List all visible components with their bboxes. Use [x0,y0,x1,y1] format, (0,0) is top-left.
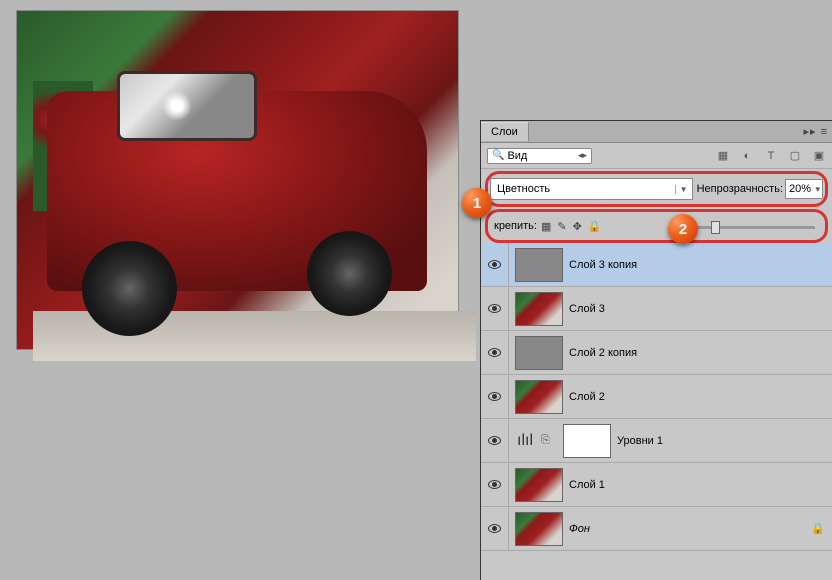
layer-thumbnail[interactable] [515,248,563,282]
layer-row[interactable]: Слой 3 копия [481,243,832,287]
filter-shape-icon[interactable]: ▢ [788,149,802,163]
layer-row[interactable]: Фон🔒 [481,507,832,551]
layer-name-label[interactable]: Слой 2 копия [569,347,832,359]
search-icon: 🔍 [492,150,504,161]
layer-filter-dropdown[interactable]: 🔍 Вид ◂▸ [487,148,592,164]
layer-name-label[interactable]: Слой 2 [569,391,832,403]
lock-move-icon[interactable]: ✥ [573,220,582,233]
tab-layers[interactable]: Слои [481,122,529,141]
eye-icon [488,304,501,313]
dropdown-arrows-icon: ◂▸ [578,150,587,161]
opacity-input[interactable]: 20% [785,179,823,199]
layer-thumbnail[interactable] [515,468,563,502]
eye-icon [488,524,501,533]
lock-icon: 🔒 [808,522,828,535]
opacity-value: 20% [789,183,811,195]
annotation-marker-1: 1 [462,188,492,218]
canvas-graphic [307,231,392,316]
levels-adjustment-icon: ılıl [513,429,537,453]
blend-mode-dropdown[interactable]: Цветность [490,178,693,200]
layer-name-label[interactable]: Слой 3 копия [569,259,832,271]
visibility-toggle[interactable] [481,507,509,550]
canvas-area [0,0,475,580]
visibility-toggle[interactable] [481,331,509,374]
annotation-marker-2: 2 [668,214,698,244]
link-icon: ⎘ [541,434,553,447]
opacity-control: Непрозрачность: 20% [697,179,823,199]
layer-row[interactable]: ılıl ⎘ Уровни 1 [481,419,832,463]
layer-thumbnail[interactable] [515,512,563,546]
lock-all-icon[interactable]: 🔒 [588,220,602,233]
layers-panel: Слои ▸▸ ≡ 🔍 Вид ◂▸ ▦ ◐ T ▢ ▣ Цветность Н… [480,120,832,580]
canvas-content[interactable] [16,10,459,350]
opacity-slider-thumb[interactable] [711,221,720,234]
canvas-graphic [82,241,177,336]
eye-icon [488,392,501,401]
filter-smart-icon[interactable]: ▣ [812,149,826,163]
visibility-toggle[interactable] [481,419,509,462]
filter-icons: ▦ ◐ T ▢ ▣ [716,149,826,163]
layer-name-label[interactable]: Уровни 1 [617,435,832,447]
lock-paint-icon[interactable]: ✎ [557,220,566,233]
lock-buttons: ▦ ✎ ✥ 🔒 [541,220,602,233]
layer-row[interactable]: Слой 3 [481,287,832,331]
eye-icon [488,348,501,357]
visibility-toggle[interactable] [481,287,509,330]
visibility-toggle[interactable] [481,463,509,506]
filter-adjust-icon[interactable]: ◐ [740,149,754,163]
layer-name-label[interactable]: Слой 3 [569,303,832,315]
layers-list: Слой 3 копия Слой 3 Слой 2 копия Слой 2 ılıl… [481,243,832,551]
layer-thumbnail[interactable] [515,292,563,326]
panel-toolbar: 🔍 Вид ◂▸ ▦ ◐ T ▢ ▣ [481,143,832,169]
opacity-label: Непрозрачность: [697,183,783,195]
blend-opacity-row: Цветность Непрозрачность: 20% [485,171,828,207]
eye-icon [488,436,501,445]
lock-label: крепить: [494,220,537,232]
layer-thumbnail[interactable] [563,424,611,458]
canvas-graphic [162,91,192,121]
layer-name-label[interactable]: Фон [569,523,808,535]
layer-row[interactable]: Слой 1 [481,463,832,507]
layer-row[interactable]: Слой 2 копия [481,331,832,375]
layer-name-label[interactable]: Слой 1 [569,479,832,491]
eye-icon [488,480,501,489]
lock-slider-row: крепить: ▦ ✎ ✥ 🔒 [485,209,828,243]
visibility-toggle[interactable] [481,243,509,286]
layer-thumbnail[interactable] [515,380,563,414]
filter-label: Вид [507,150,527,162]
eye-icon [488,260,501,269]
panel-tab-bar: Слои ▸▸ ≡ [481,121,832,143]
panel-menu-icon[interactable]: ▸▸ ≡ [803,125,832,138]
filter-pixel-icon[interactable]: ▦ [716,149,730,163]
layer-row[interactable]: Слой 2 [481,375,832,419]
visibility-toggle[interactable] [481,375,509,418]
layer-thumbnail[interactable] [515,336,563,370]
lock-transparent-icon[interactable]: ▦ [541,220,551,233]
blend-mode-value: Цветность [497,183,550,195]
filter-type-icon[interactable]: T [764,149,778,163]
